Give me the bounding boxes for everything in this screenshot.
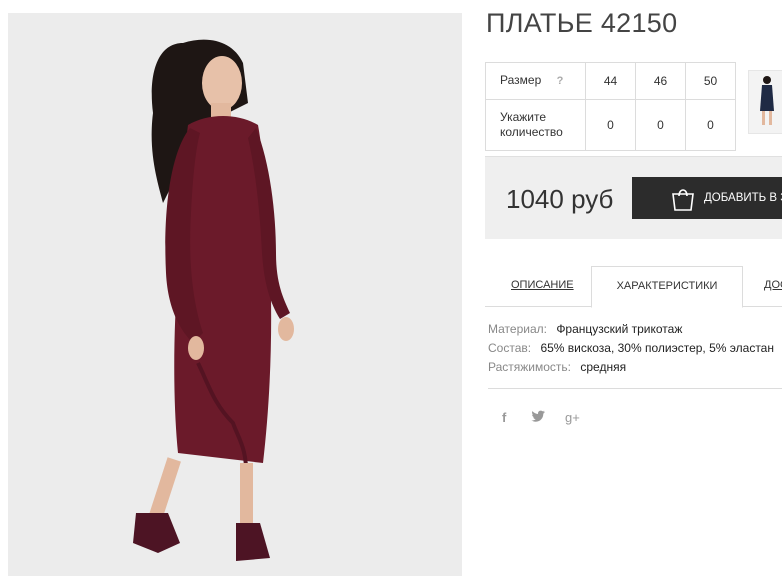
product-photo[interactable] <box>8 13 462 576</box>
spec-key: Состав: <box>488 341 532 355</box>
add-to-cart-button[interactable]: ДОБАВИТЬ В З <box>632 177 782 219</box>
quantity-input-50[interactable]: 0 <box>685 99 736 151</box>
twitter-share-icon[interactable] <box>531 410 545 425</box>
spec-value: 65% вискоза, 30% полиэстер, 5% эластан <box>540 341 774 355</box>
size-option-44: 44 <box>585 62 636 100</box>
thumbnail-image <box>749 71 782 133</box>
characteristics-list: Материал: Французский трикотаж Состав: 6… <box>488 320 774 377</box>
googleplus-share-icon[interactable]: g+ <box>565 410 580 425</box>
product-price: 1040 руб <box>506 184 614 214</box>
quantity-label-line2: количество <box>500 125 563 139</box>
size-label: Размер <box>500 73 542 87</box>
product-title: ПЛАТЬЕ 42150 <box>486 8 678 38</box>
tab-characteristics[interactable]: ХАРАКТЕРИСТИКИ <box>591 266 743 308</box>
spec-value: средняя <box>580 360 627 374</box>
spec-key: Материал: <box>488 322 547 336</box>
quantity-input-44[interactable]: 0 <box>585 99 636 151</box>
model-illustration <box>8 13 462 576</box>
add-to-cart-label: ДОБАВИТЬ В З <box>704 192 782 204</box>
size-help-icon[interactable]: ? <box>557 74 564 89</box>
divider <box>488 388 782 389</box>
tab-description[interactable]: ОПИСАНИЕ <box>511 266 574 305</box>
size-label-cell: Размер ? <box>485 62 586 100</box>
spec-value: Французский трикотаж <box>556 322 683 336</box>
shopping-bag-icon <box>670 187 696 214</box>
spec-row-material: Материал: Французский трикотаж <box>488 320 774 339</box>
size-option-46: 46 <box>635 62 686 100</box>
tab-extra[interactable]: ДОС <box>764 266 782 305</box>
product-tabs: ОПИСАНИЕ ХАРАКТЕРИСТИКИ ДОС <box>485 266 782 308</box>
product-thumbnail[interactable] <box>748 70 782 134</box>
spec-row-stretch: Растяжимость: средняя <box>488 358 774 377</box>
facebook-share-icon[interactable]: f <box>502 410 506 425</box>
price-panel: 1040 руб ДОБАВИТЬ В З <box>485 156 782 239</box>
size-quantity-table: Размер ? 44 46 50 Укажите количество 0 0… <box>485 62 736 151</box>
quantity-input-46[interactable]: 0 <box>635 99 686 151</box>
spec-key: Растяжимость: <box>488 360 572 374</box>
size-option-50: 50 <box>685 62 736 100</box>
quantity-label-cell: Укажите количество <box>485 99 586 151</box>
quantity-label-line1: Укажите <box>500 110 547 124</box>
spec-row-composition: Состав: 65% вискоза, 30% полиэстер, 5% э… <box>488 339 774 358</box>
